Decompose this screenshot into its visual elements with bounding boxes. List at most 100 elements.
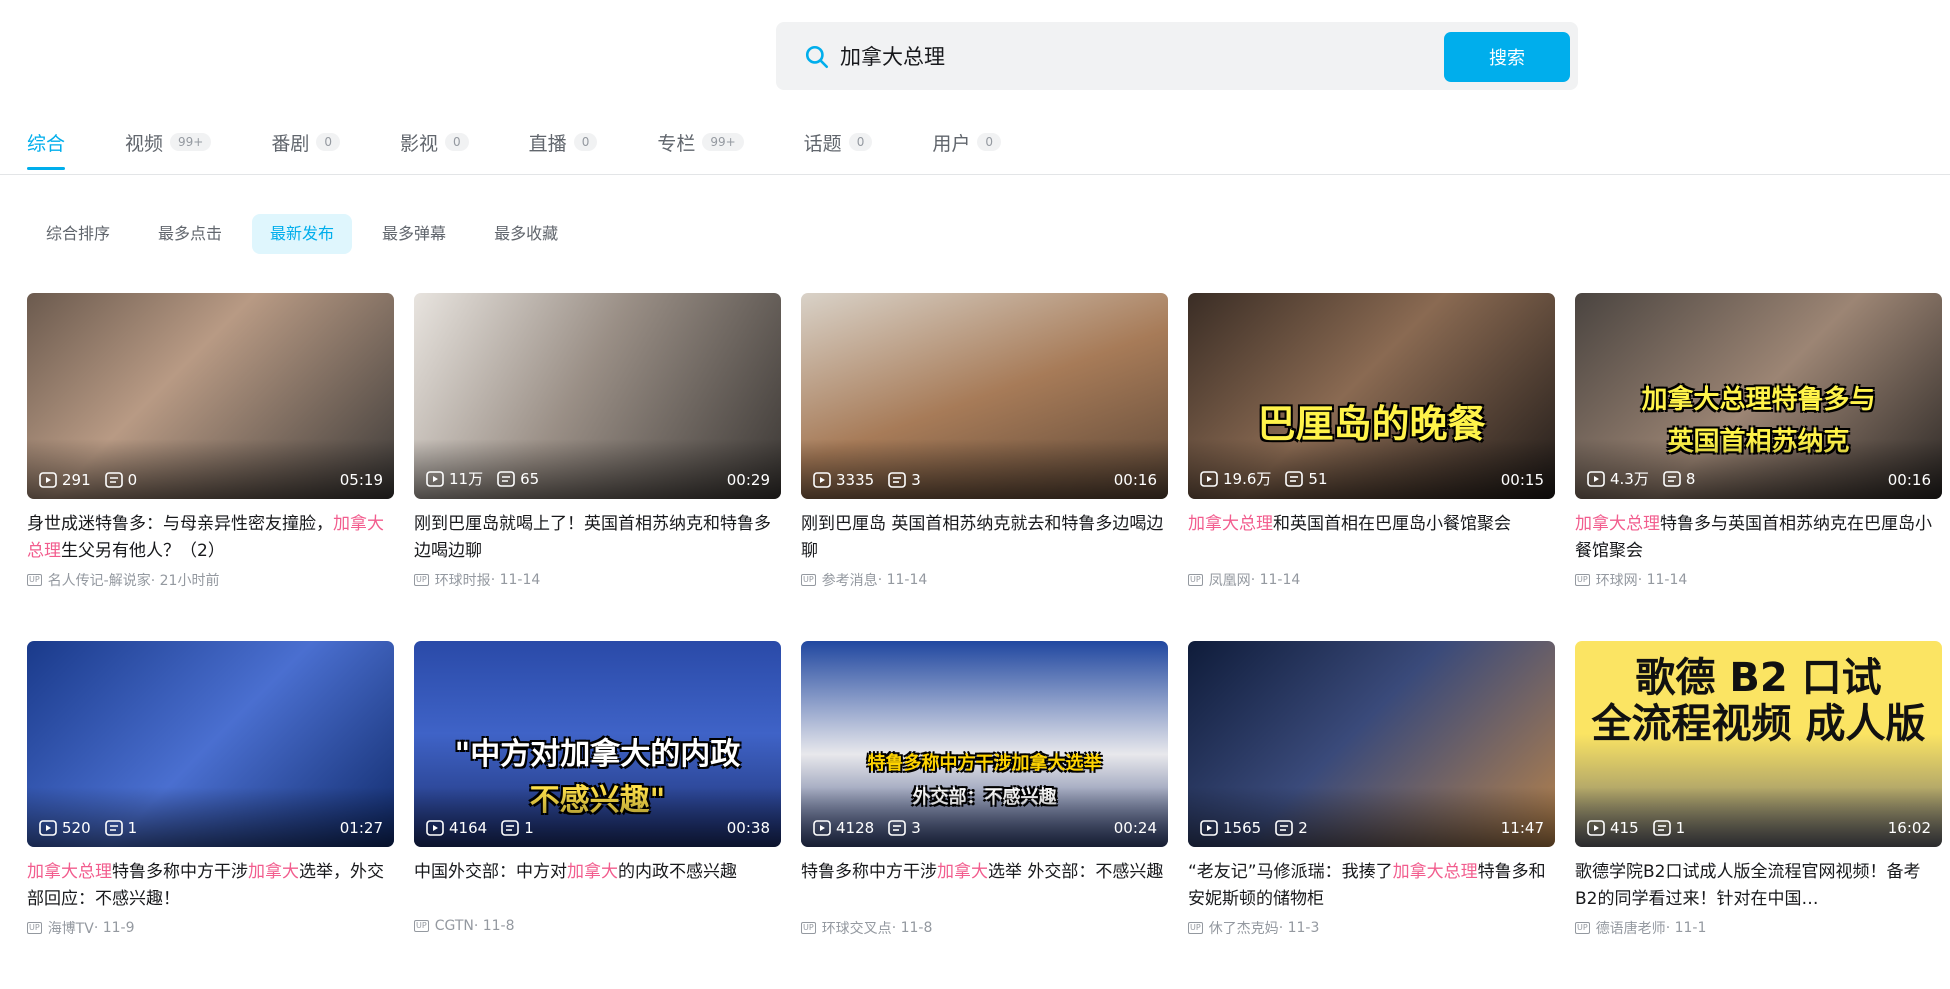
video-card[interactable]: 加拿大总理特鲁多与英国首相苏纳克4.3万800:16 加拿大总理特鲁多与英国首相苏… <box>1575 293 1942 641</box>
danmaku-count-value: 8 <box>1685 469 1696 488</box>
sort-option-1[interactable]: 最多点击 <box>140 214 240 254</box>
result-type-tabs: 综合 视频 99+ 番剧 0 影视 0 直播 0 专栏 99+ 话题 0 用户 0 <box>27 122 1061 172</box>
video-title[interactable]: 加拿大总理特鲁多与英国首相苏纳克在巴厘岛小餐馆聚会 <box>1575 511 1942 565</box>
tab-3[interactable]: 影视 0 <box>400 122 469 162</box>
video-card[interactable]: 11万 65 00:29 刚到巴厘岛就喝上了！英国首相苏纳克和特鲁多边喝边聊 UP 环球时… <box>414 293 781 641</box>
tab-0[interactable]: 综合 <box>27 122 66 170</box>
tab-1[interactable]: 视频 99+ <box>125 122 212 162</box>
video-thumbnail[interactable]: 11万 65 00:29 <box>414 293 781 499</box>
video-title[interactable]: 刚到巴厘岛就喝上了！英国首相苏纳克和特鲁多边喝边聊 <box>414 511 781 565</box>
play-count: 291 <box>39 471 91 489</box>
play-count-icon <box>1587 470 1605 487</box>
title-text: 和英国首相在巴厘岛小餐馆聚会 <box>1273 514 1511 534</box>
video-card[interactable]: 歌德 B2 口试 全流程视频 成人版 415 1 16:02 歌德学院B2口试成人版全流程… <box>1575 641 1942 989</box>
uploader-name[interactable]: 环球网 <box>1596 570 1638 590</box>
video-card[interactable]: 520 1 01:27 加拿大总理特鲁多称中方干涉加拿大选举，外交部回应：不感兴趣！ U… <box>27 641 394 989</box>
video-title[interactable]: 歌德学院B2口试成人版全流程官网视频！备考B2的同学看过来！针对在中国… <box>1575 859 1942 913</box>
uploader-icon: UP <box>27 574 42 586</box>
uploader-name[interactable]: CGTN <box>435 918 474 934</box>
video-stats: 4128 3 <box>813 819 935 837</box>
video-card[interactable]: 巴厘岛的晚餐 19.6万 51 00:15 加拿大总理和英国首相在巴厘岛小餐馆聚会 UP 凤… <box>1188 293 1555 641</box>
uploader-name[interactable]: 德语唐老师 <box>1596 918 1666 938</box>
play-count-icon <box>813 472 831 488</box>
video-stats: 1565 2 <box>1200 819 1322 837</box>
video-title[interactable]: 加拿大总理和英国首相在巴厘岛小餐馆聚会 <box>1188 511 1555 565</box>
search-input[interactable] <box>840 38 1400 74</box>
uploader-icon: UP <box>414 920 429 932</box>
play-count: 11万 <box>426 468 483 489</box>
video-title[interactable]: “老友记”马修派瑞：我揍了加拿大总理特鲁多和安妮斯顿的储物柜 <box>1188 859 1555 913</box>
tab-2[interactable]: 番剧 0 <box>271 122 341 162</box>
publish-date: · 11-14 <box>1637 572 1688 588</box>
thumbnail-caption: "中方对加拿大的内政 <box>454 737 741 772</box>
danmaku-count-icon <box>104 820 123 836</box>
video-stats: 415 1 <box>1587 819 1699 837</box>
video-thumbnail[interactable]: "中方对加拿大的内政不感兴趣"4164100:38 <box>414 641 781 847</box>
sort-options: 综合排序 最多点击 最新发布 最多弹幕 最多收藏 <box>28 214 588 254</box>
danmaku-count: 3 <box>888 819 921 837</box>
video-meta: UP 海博TV · 11-9 <box>27 918 394 938</box>
video-thumbnail[interactable]: 1565 2 11:47 <box>1188 641 1555 847</box>
sort-option-2[interactable]: 最新发布 <box>252 214 353 254</box>
publish-date: · 11-1 <box>1665 920 1707 936</box>
thumbnail-shade <box>1575 787 1942 847</box>
video-card[interactable]: 291 0 05:19 身世成迷特鲁多：与母亲异性密友撞脸，加拿大总理生父另有他人？（… <box>27 293 394 641</box>
sort-option-0[interactable]: 综合排序 <box>28 214 128 254</box>
danmaku-count-value: 1 <box>127 819 138 837</box>
video-stats: 4.3万 8 <box>1587 468 1709 489</box>
video-thumbnail[interactable]: 特鲁多称中方干涉加拿大选举外交部：不感兴趣4128300:24 <box>801 641 1168 847</box>
uploader-name[interactable]: 凤凰网 <box>1209 570 1251 590</box>
keyword-highlight: 加拿大总理 <box>27 862 112 882</box>
tab-6[interactable]: 话题 0 <box>804 122 873 162</box>
video-title[interactable]: 刚到巴厘岛 英国首相苏纳克就去和特鲁多边喝边聊 <box>801 511 1168 565</box>
tab-4[interactable]: 直播 0 <box>529 122 598 162</box>
play-count: 1565 <box>1200 819 1261 837</box>
sort-option-3[interactable]: 最多弹幕 <box>364 214 464 254</box>
tab-5[interactable]: 专栏 99+ <box>657 122 744 162</box>
video-thumbnail[interactable]: 520 1 01:27 <box>27 641 394 847</box>
play-count-icon <box>1200 470 1218 487</box>
video-thumbnail[interactable]: 巴厘岛的晚餐 19.6万 51 00:15 <box>1188 293 1555 499</box>
video-stats: 19.6万 51 <box>1200 468 1342 489</box>
play-count-value: 3335 <box>836 471 875 489</box>
title-text: 的内政不感兴趣 <box>618 862 737 882</box>
danmaku-count-icon <box>1285 470 1304 487</box>
video-title[interactable]: 中国外交部：中方对加拿大的内政不感兴趣 <box>414 859 781 913</box>
video-thumbnail[interactable]: 3335 3 00:16 <box>801 293 1168 499</box>
danmaku-count-value: 2 <box>1298 819 1308 837</box>
video-card[interactable]: "中方对加拿大的内政不感兴趣"4164100:38 中国外交部：中方对加拿大的内政… <box>414 641 781 989</box>
video-thumbnail[interactable]: 291 0 05:19 <box>27 293 394 499</box>
uploader-name[interactable]: 参考消息 <box>822 570 878 590</box>
title-text: 歌德学院B2口试成人版全流程官网视频！备考B2的同学看过来！针对在中国… <box>1575 862 1921 909</box>
title-text: 特鲁多称中方干涉 <box>801 862 937 882</box>
thumbnail-caption: 特鲁多称中方干涉加拿大选举 <box>867 753 1102 774</box>
video-title[interactable]: 身世成迷特鲁多：与母亲异性密友撞脸，加拿大总理生父另有他人？（2） <box>27 511 394 565</box>
uploader-name[interactable]: 海博TV <box>48 918 94 938</box>
video-card[interactable]: 特鲁多称中方干涉加拿大选举外交部：不感兴趣4128300:24特鲁多称中方干涉加… <box>801 641 1168 989</box>
title-text: “老友记”马修派瑞：我揍了 <box>1188 862 1393 882</box>
search-icon <box>805 45 829 69</box>
search-button[interactable]: 搜索 <box>1444 32 1570 82</box>
search-bar: 搜索 <box>776 22 1578 90</box>
uploader-name[interactable]: 名人传记-解说家 <box>48 570 151 590</box>
publish-date: · 11-14 <box>490 572 541 588</box>
title-text: 刚到巴厘岛就喝上了！英国首相苏纳克和特鲁多边喝边聊 <box>414 514 771 561</box>
play-count-icon <box>1587 820 1605 836</box>
uploader-name[interactable]: 环球时报 <box>435 570 491 590</box>
uploader-name[interactable]: 环球交叉点 <box>822 918 892 938</box>
video-thumbnail[interactable]: 歌德 B2 口试 全流程视频 成人版 415 1 16:02 <box>1575 641 1942 847</box>
thumbnail-shade <box>27 439 394 499</box>
video-thumbnail[interactable]: 加拿大总理特鲁多与英国首相苏纳克4.3万800:16 <box>1575 293 1942 499</box>
video-card[interactable]: 1565 2 11:47 “老友记”马修派瑞：我揍了加拿大总理特鲁多和安妮斯顿的储物柜… <box>1188 641 1555 989</box>
tab-7[interactable]: 用户 0 <box>932 122 1001 162</box>
video-title[interactable]: 特鲁多称中方干涉加拿大选举 外交部：不感兴趣 <box>801 859 1168 913</box>
video-title[interactable]: 加拿大总理特鲁多称中方干涉加拿大选举，外交部回应：不感兴趣！ <box>27 859 394 913</box>
uploader-name[interactable]: 休了杰克妈 <box>1209 918 1279 938</box>
uploader-icon: UP <box>1575 574 1590 586</box>
sort-option-4[interactable]: 最多收藏 <box>476 214 576 254</box>
video-stats: 11万 65 <box>426 468 553 489</box>
uploader-icon: UP <box>1575 922 1590 934</box>
play-count: 415 <box>1587 819 1639 837</box>
video-duration: 00:29 <box>726 471 770 489</box>
video-card[interactable]: 3335 3 00:16 刚到巴厘岛 英国首相苏纳克就去和特鲁多边喝边聊 UP 参考消息 … <box>801 293 1168 641</box>
